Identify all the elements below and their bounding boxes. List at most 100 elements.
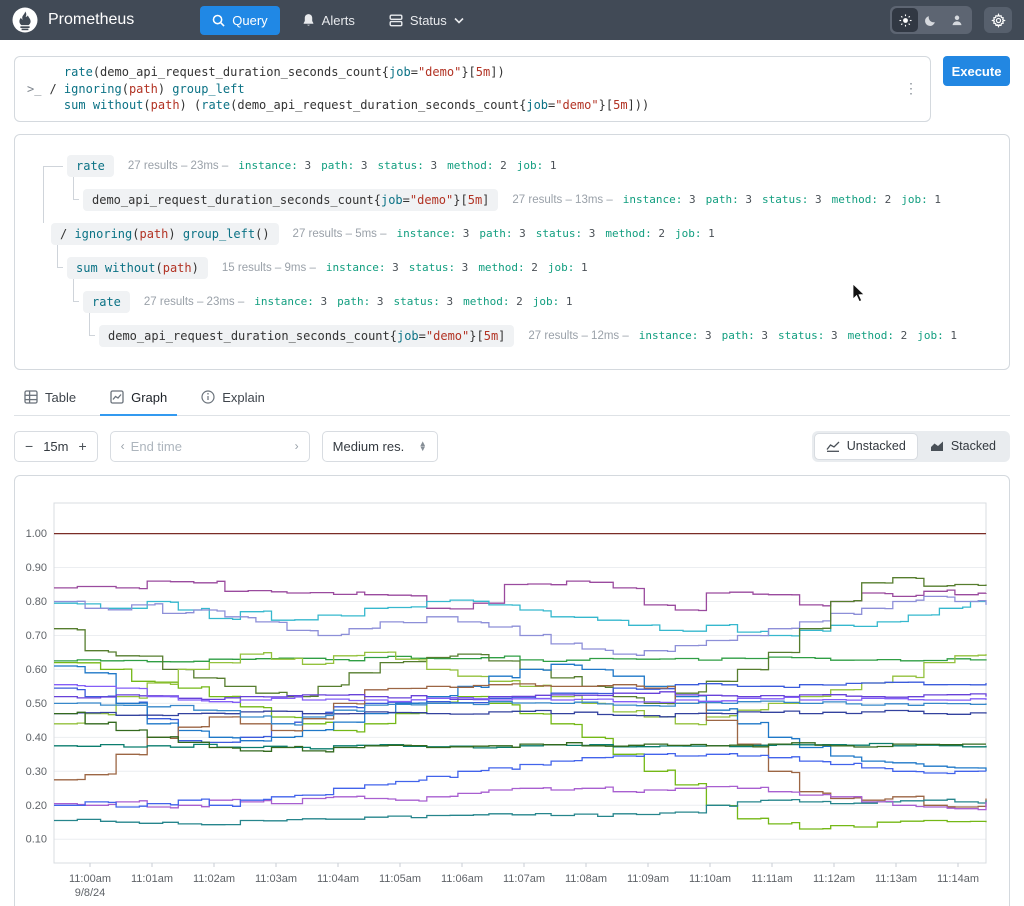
graph-icon	[110, 390, 124, 404]
tree-node-stats: 27 results – 5ms – instance: 3 path: 3 stat…	[292, 227, 715, 240]
x-date-label: 9/8/24	[75, 887, 106, 899]
y-tick-label: 1.00	[26, 528, 47, 540]
series-line	[54, 798, 987, 825]
range-value[interactable]: 15m	[43, 439, 68, 454]
tab-table[interactable]: Table	[14, 384, 86, 416]
unstacked-button[interactable]: Unstacked	[813, 432, 918, 460]
chevron-down-icon	[454, 17, 464, 24]
sun-icon	[898, 13, 912, 27]
tree-node-expression[interactable]: sum without(path)	[67, 256, 208, 279]
tree-node-expression[interactable]: / ignoring(path) group_left()	[51, 222, 279, 245]
y-tick-label: 0.70	[26, 629, 47, 641]
x-tick-label: 11:09am	[627, 873, 669, 885]
query-tree: rate 27 results – 23ms – instance: 3 path: …	[27, 149, 997, 353]
execute-button[interactable]: Execute	[943, 56, 1010, 86]
range-decrease-button[interactable]: −	[25, 438, 33, 454]
promql-line[interactable]: sum without(path) (rate(demo_api_request…	[49, 97, 900, 114]
info-icon	[201, 390, 215, 404]
tree-node-expression[interactable]: demo_api_request_duration_seconds_count{…	[83, 188, 499, 211]
nav-alerts-button[interactable]: Alerts	[290, 6, 367, 35]
result-tabs: Table Graph Explain	[14, 384, 1010, 416]
area-chart-icon	[930, 440, 944, 452]
navbar: Prometheus Query Alerts Status	[0, 0, 1024, 40]
time-forward-button[interactable]: ›	[295, 439, 299, 453]
database-icon	[389, 14, 403, 26]
end-time-input[interactable]: ‹ End time ›	[109, 430, 310, 462]
x-tick-label: 11:10am	[689, 873, 731, 885]
search-icon	[212, 14, 225, 27]
promql-expression[interactable]: rate(demo_api_request_duration_seconds_c…	[49, 64, 900, 114]
bell-icon	[303, 14, 314, 26]
tree-node: sum without(path) 15 results – 9ms – insta…	[27, 251, 997, 285]
x-tick-label: 11:11am	[751, 873, 792, 885]
theme-toggle-group	[890, 6, 972, 34]
brand[interactable]: Prometheus	[12, 7, 134, 33]
end-time-placeholder: End time	[130, 438, 182, 454]
tree-node-stats: 27 results – 23ms – instance: 3 path: 3 sta…	[143, 295, 573, 308]
theme-dark-button[interactable]	[918, 8, 944, 32]
x-tick-label: 11:08am	[565, 873, 607, 885]
tab-graph[interactable]: Graph	[100, 384, 178, 416]
tree-node: demo_api_request_duration_seconds_count{…	[27, 183, 997, 217]
x-tick-label: 11:00am	[69, 873, 111, 885]
theme-light-button[interactable]	[892, 8, 918, 32]
nav-status-label: Status	[409, 12, 447, 28]
x-tick-label: 11:06am	[441, 873, 483, 885]
tree-node-stats: 27 results – 13ms – instance: 3 path: 3 sta…	[512, 193, 941, 206]
y-tick-label: 0.10	[26, 833, 47, 845]
nav-query-button[interactable]: Query	[200, 5, 280, 35]
nav-links: Query Alerts Status	[200, 5, 476, 35]
y-tick-label: 0.60	[26, 663, 47, 675]
tab-graph-label: Graph	[131, 389, 168, 405]
x-tick-label: 11:14am	[937, 873, 979, 885]
nav-query-label: Query	[232, 12, 268, 28]
nav-alerts-label: Alerts	[321, 12, 355, 28]
tree-node-stats: 27 results – 23ms – instance: 3 path: 3 sta…	[127, 159, 557, 172]
x-tick-label: 11:07am	[503, 873, 545, 885]
prometheus-logo-icon	[12, 7, 38, 33]
query-tree-panel: rate 27 results – 23ms – instance: 3 path: …	[14, 133, 1010, 370]
x-tick-label: 11:02am	[193, 873, 235, 885]
tree-node-expression[interactable]: rate	[67, 154, 114, 177]
x-tick-label: 11:05am	[379, 873, 421, 885]
x-tick-label: 11:01am	[131, 873, 173, 885]
app-title: Prometheus	[48, 11, 135, 28]
y-tick-label: 0.80	[26, 595, 47, 607]
promql-line[interactable]: / ignoring(path) group_left	[49, 81, 900, 98]
x-tick-label: 11:13am	[875, 873, 917, 885]
graph-panel: 0.10 0.20 0.30 0.40 0.50 0.60 0.70 0.80 0.90 1.00…	[14, 474, 1010, 906]
time-series-chart[interactable]: 0.10 0.20 0.30 0.40 0.50 0.60 0.70 0.80 0.90 1.00…	[16, 477, 1008, 906]
tree-node-expression[interactable]: rate	[83, 290, 130, 313]
line-chart-icon	[826, 440, 840, 452]
tree-node-stats: 27 results – 12ms – instance: 3 path: 3 sta…	[528, 329, 957, 342]
promql-editor[interactable]: >_ rate(demo_api_request_duration_second…	[14, 56, 931, 122]
table-icon	[24, 390, 38, 404]
resolution-select[interactable]: Medium res. ▲ ▼	[321, 430, 438, 462]
tree-node-expression[interactable]: demo_api_request_duration_seconds_count{…	[99, 324, 515, 347]
gear-icon	[990, 12, 1006, 28]
resolution-value: Medium res.	[332, 438, 405, 454]
nav-status-menu[interactable]: Status	[377, 6, 476, 35]
tree-node: demo_api_request_duration_seconds_count{…	[27, 319, 997, 353]
select-chevrons-icon: ▲ ▼	[418, 439, 427, 453]
y-tick-label: 0.20	[26, 799, 47, 811]
theme-auto-button[interactable]	[944, 8, 970, 32]
main-content: >_ rate(demo_api_request_duration_second…	[0, 40, 1024, 906]
x-tick-label: 11:12am	[813, 873, 855, 885]
tab-explain-label: Explain	[222, 389, 265, 405]
x-tick-label: 11:04am	[317, 873, 359, 885]
x-tick-label: 11:03am	[255, 873, 297, 885]
stacked-button[interactable]: Stacked	[918, 433, 1008, 460]
range-increase-button[interactable]: +	[78, 438, 86, 454]
series-line	[54, 683, 987, 703]
tree-node-stats: 15 results – 9ms – instance: 3 status: 3 me…	[221, 261, 588, 274]
editor-menu-button[interactable]: ⋮	[900, 80, 922, 97]
nav-right	[890, 6, 1012, 34]
terminal-prompt-icon: >_	[27, 82, 42, 96]
y-tick-label: 0.40	[26, 731, 47, 743]
promql-line[interactable]: rate(demo_api_request_duration_seconds_c…	[49, 64, 900, 81]
settings-button[interactable]	[984, 7, 1012, 33]
tab-explain[interactable]: Explain	[191, 384, 275, 416]
tree-node: / ignoring(path) group_left() 27 results …	[27, 217, 997, 251]
query-row: >_ rate(demo_api_request_duration_second…	[14, 56, 1010, 122]
